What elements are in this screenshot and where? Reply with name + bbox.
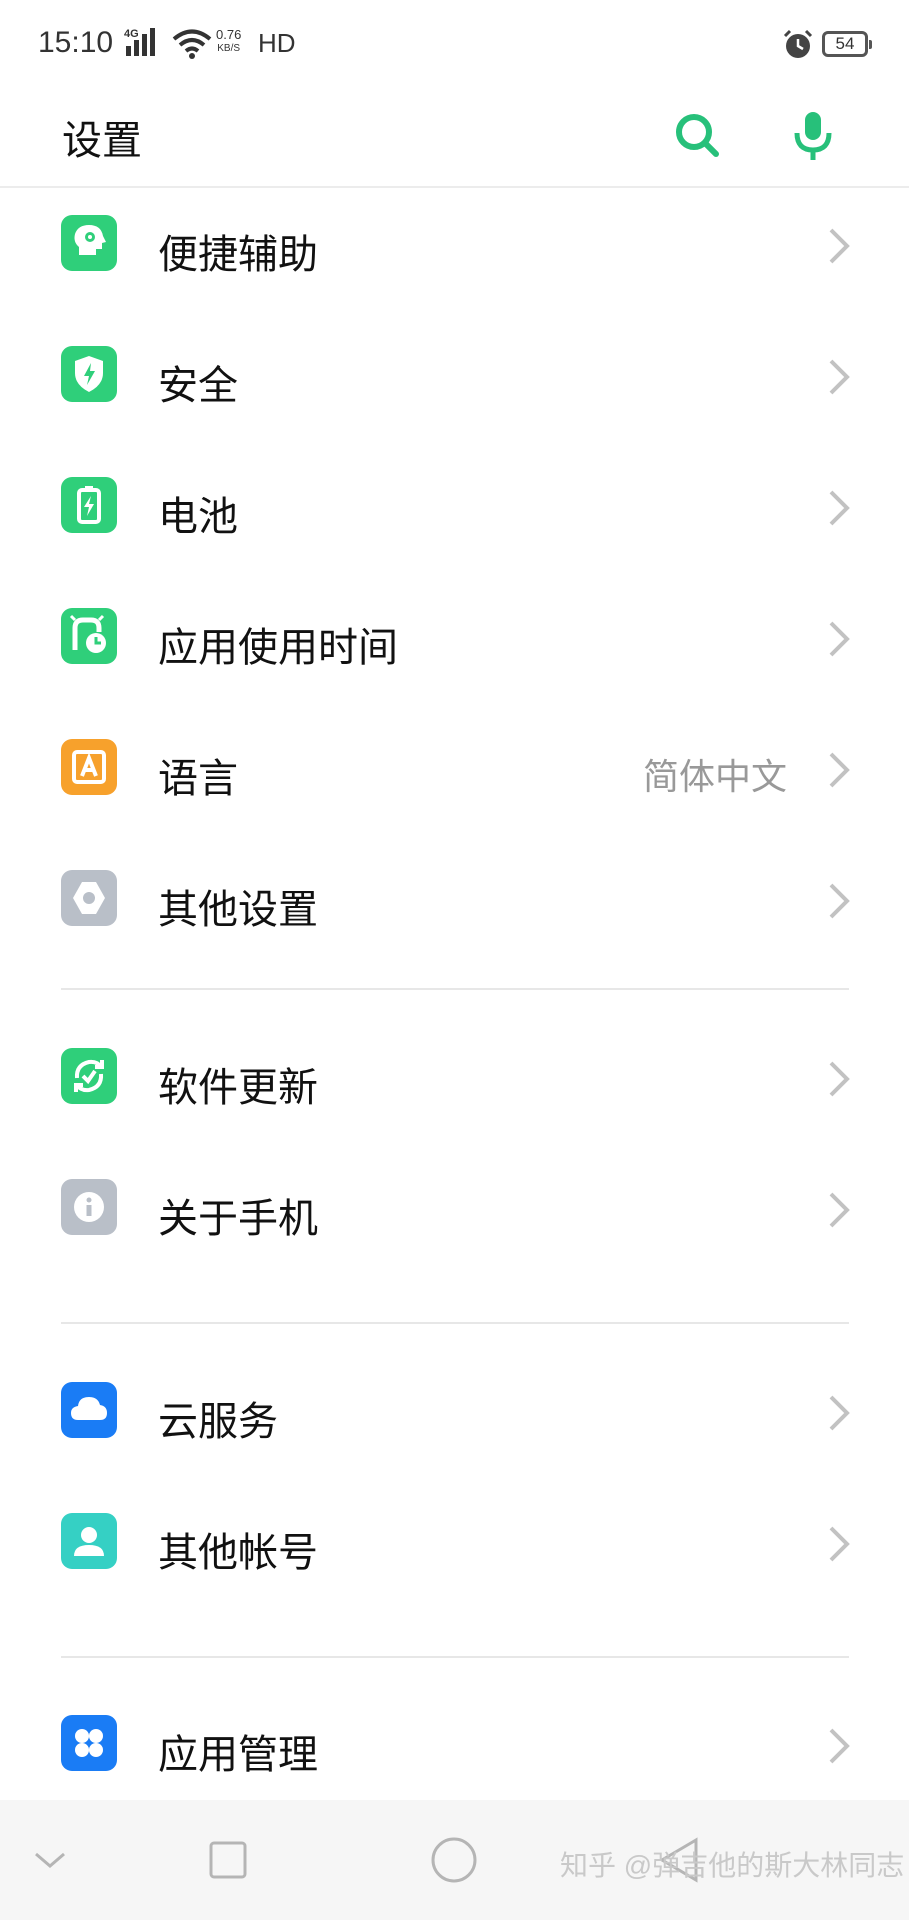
chevron-right-icon (829, 490, 850, 526)
app-management-icon (61, 1715, 117, 1771)
settings-item-label: 应用使用时间 (158, 626, 398, 670)
settings-item-app-usage-time[interactable]: 应用使用时间 (0, 581, 909, 701)
settings-item-label: 软件更新 (158, 1066, 318, 1110)
settings-item-app-management[interactable]: 应用管理 (0, 1688, 909, 1808)
chevron-right-icon (829, 621, 850, 657)
settings-item-security[interactable]: 安全 (0, 319, 909, 439)
alarm-icon (783, 29, 813, 58)
settings-item-label: 语言 (158, 757, 238, 801)
chevron-down-icon (35, 1852, 65, 1868)
settings-item-label: 其他帐号 (158, 1531, 318, 1575)
settings-item-label: 应用管理 (158, 1733, 318, 1777)
chevron-right-icon (829, 1061, 850, 1097)
chevron-right-icon (829, 752, 850, 788)
chevron-right-icon (829, 1395, 850, 1431)
info-icon (61, 1179, 117, 1235)
section-divider (61, 1322, 849, 1324)
page-title: 设置 (62, 119, 142, 163)
microphone-icon (794, 112, 832, 160)
settings-item-value: 简体中文 (642, 756, 787, 797)
section-divider (61, 988, 849, 990)
settings-item-cloud-service[interactable]: 云服务 (0, 1355, 909, 1475)
other-settings-icon (61, 870, 117, 926)
chevron-right-icon (829, 1728, 850, 1764)
signal-icon (126, 28, 155, 56)
status-time: 15:10 (38, 26, 114, 59)
settings-item-label: 安全 (158, 364, 238, 408)
settings-item-label: 其他设置 (158, 888, 318, 932)
settings-item-accessibility[interactable]: 便捷辅助 (0, 188, 909, 308)
chevron-right-icon (829, 359, 850, 395)
navigation-bar: 知乎 @弹吉他的斯大林同志 (0, 1800, 909, 1920)
settings-item-software-update[interactable]: 软件更新 (0, 1021, 909, 1141)
app-header: 设置 (0, 90, 909, 188)
battery-indicator: 54 (822, 31, 872, 57)
speed-unit: KB/S (217, 43, 241, 54)
shield-icon (61, 346, 117, 402)
accessibility-icon (61, 215, 117, 271)
account-icon (61, 1513, 117, 1569)
speed-value: 0.76 (216, 27, 242, 42)
battery-icon (61, 477, 117, 533)
circle-icon (431, 1837, 477, 1883)
cloud-icon (61, 1382, 117, 1438)
settings-item-battery[interactable]: 电池 (0, 450, 909, 570)
language-icon (61, 739, 117, 795)
chevron-right-icon (829, 1192, 850, 1228)
status-bar: 15:10 4G 0.76 KB/S HD 54 (0, 0, 909, 90)
nav-collapse-button[interactable] (22, 1832, 78, 1888)
settings-item-other-settings[interactable]: 其他设置 (0, 843, 909, 963)
settings-item-label: 关于手机 (158, 1197, 318, 1241)
search-icon (676, 114, 719, 157)
hd-label: HD (258, 28, 296, 58)
settings-item-label: 云服务 (158, 1400, 278, 1444)
search-button[interactable] (662, 100, 732, 170)
chevron-right-icon (829, 883, 850, 919)
settings-item-label: 电池 (158, 495, 238, 539)
nav-home-button[interactable] (426, 1832, 482, 1888)
watermark: 知乎 @弹吉他的斯大林同志 (560, 1850, 905, 1881)
chevron-right-icon (829, 228, 850, 264)
settings-item-language[interactable]: 语言 简体中文 (0, 712, 909, 832)
settings-item-other-accounts[interactable]: 其他帐号 (0, 1486, 909, 1606)
nav-recents-button[interactable] (200, 1832, 256, 1888)
wifi-icon (172, 29, 212, 59)
chevron-right-icon (829, 1526, 850, 1562)
app-usage-time-icon (61, 608, 117, 664)
network-speed: 0.76 KB/S (216, 28, 241, 56)
software-update-icon (61, 1048, 117, 1104)
square-icon (209, 1841, 247, 1879)
voice-search-button[interactable] (778, 100, 848, 170)
settings-item-about-phone[interactable]: 关于手机 (0, 1152, 909, 1272)
section-divider (61, 1656, 849, 1658)
settings-item-label: 便捷辅助 (158, 233, 318, 277)
